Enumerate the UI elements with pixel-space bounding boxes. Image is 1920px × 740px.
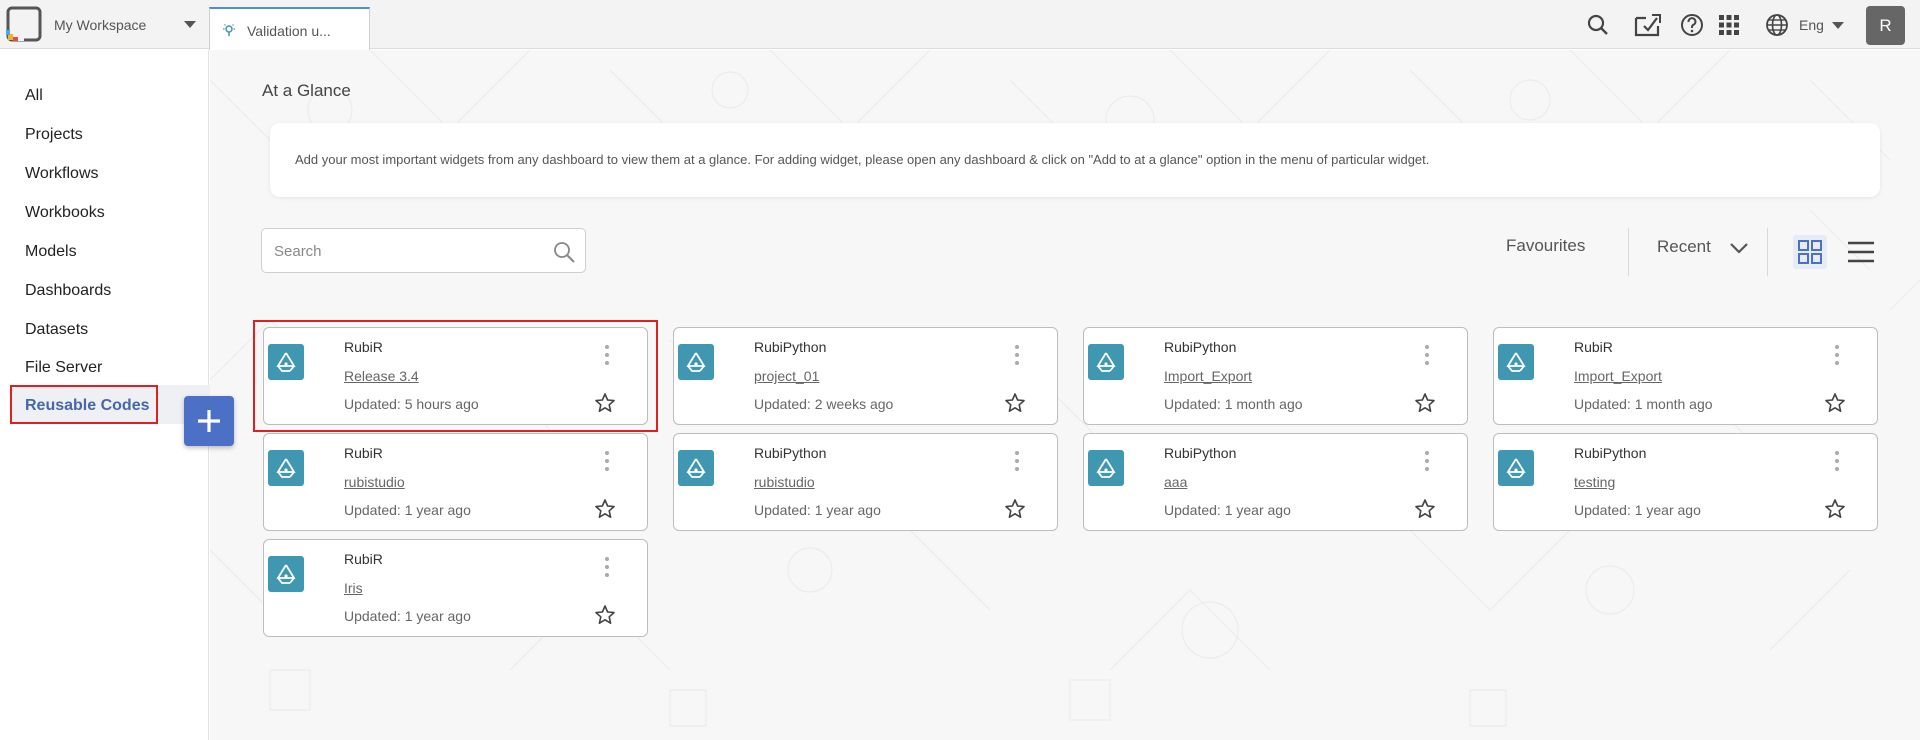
- reusable-code-icon: [268, 556, 304, 592]
- more-options-icon[interactable]: [1833, 450, 1841, 472]
- card-updated-time: Updated: 1 year ago: [344, 502, 471, 518]
- more-options-icon[interactable]: [1013, 344, 1021, 366]
- favourites-filter[interactable]: Favourites: [1506, 236, 1585, 256]
- search-icon[interactable]: [1585, 12, 1611, 38]
- code-card[interactable]: RubiPython Import_Export Updated: 1 month …: [1083, 327, 1468, 425]
- star-icon[interactable]: [1824, 498, 1846, 520]
- card-name-link[interactable]: Import_Export: [1164, 368, 1252, 384]
- divider: [1767, 228, 1768, 276]
- tab-label: Validation u...: [247, 23, 331, 39]
- card-name-link[interactable]: project_01: [754, 368, 819, 384]
- top-bar: My Workspace Validation u... Eng R: [0, 0, 1920, 50]
- card-type: RubiPython: [754, 339, 827, 355]
- sidebar-item-projects[interactable]: Projects: [25, 126, 83, 144]
- selection-highlight: [10, 385, 158, 424]
- grid-view-icon: [1798, 240, 1822, 264]
- card-type: RubiR: [1574, 339, 1613, 355]
- code-card[interactable]: RubiPython project_01 Updated: 2 weeks ago: [673, 327, 1058, 425]
- code-card[interactable]: RubiPython rubistudio Updated: 1 year ago: [673, 433, 1058, 531]
- more-options-icon[interactable]: [1833, 344, 1841, 366]
- more-options-icon[interactable]: [1423, 344, 1431, 366]
- help-icon[interactable]: [1679, 12, 1705, 38]
- card-updated-time: Updated: 1 year ago: [344, 608, 471, 624]
- reusable-code-icon: [268, 450, 304, 486]
- lightbulb-icon: [223, 24, 235, 36]
- sidebar-item-file-server[interactable]: File Server: [25, 359, 102, 377]
- star-icon[interactable]: [1414, 392, 1436, 414]
- star-icon[interactable]: [1824, 392, 1846, 414]
- reusable-code-icon: [1088, 450, 1124, 486]
- apps-grid-icon[interactable]: [1716, 12, 1742, 38]
- code-card[interactable]: RubiPython aaa Updated: 1 year ago: [1083, 433, 1468, 531]
- card-name-link[interactable]: testing: [1574, 474, 1615, 490]
- sidebar-item-dashboards[interactable]: Dashboards: [25, 282, 111, 300]
- more-options-icon[interactable]: [1013, 450, 1021, 472]
- add-button[interactable]: [184, 396, 234, 446]
- divider: [1628, 228, 1629, 276]
- star-icon[interactable]: [594, 498, 616, 520]
- card-type: RubiR: [344, 445, 383, 461]
- main-content: At a Glance Add your most important widg…: [210, 50, 1920, 740]
- card-updated-time: Updated: 1 year ago: [1574, 502, 1701, 518]
- reusable-code-icon: [678, 450, 714, 486]
- chevron-down-icon[interactable]: [1832, 22, 1844, 29]
- star-icon[interactable]: [1004, 392, 1026, 414]
- card-updated-time: Updated: 1 month ago: [1574, 396, 1713, 412]
- card-name-link[interactable]: Iris: [344, 580, 363, 596]
- code-card[interactable]: RubiR Iris Updated: 1 year ago: [263, 539, 648, 637]
- grid-view-button[interactable]: [1793, 235, 1827, 269]
- sidebar-item-workbooks[interactable]: Workbooks: [25, 204, 105, 222]
- reusable-code-icon: [1088, 344, 1124, 380]
- card-name-link[interactable]: Import_Export: [1574, 368, 1662, 384]
- card-type: RubiR: [344, 551, 383, 567]
- sidebar: All Projects Workflows Workbooks Models …: [0, 50, 210, 740]
- chevron-down-icon[interactable]: [1728, 240, 1750, 256]
- app-logo-icon[interactable]: [6, 6, 43, 43]
- glance-info-box: Add your most important widgets from any…: [270, 123, 1880, 197]
- card-type: RubiPython: [1574, 445, 1647, 461]
- reusable-code-icon: [1498, 450, 1534, 486]
- star-icon[interactable]: [1414, 498, 1436, 520]
- code-card[interactable]: RubiPython testing Updated: 1 year ago: [1493, 433, 1878, 531]
- workspace-selector[interactable]: My Workspace: [54, 17, 146, 33]
- globe-icon[interactable]: [1764, 12, 1790, 38]
- card-type: RubiPython: [754, 445, 827, 461]
- list-view-icon[interactable]: [1847, 239, 1875, 265]
- recent-sort[interactable]: Recent: [1657, 237, 1711, 257]
- sidebar-item-workflows[interactable]: Workflows: [25, 165, 99, 183]
- sidebar-item-datasets[interactable]: Datasets: [25, 321, 88, 339]
- selection-highlight: [253, 320, 658, 432]
- more-options-icon[interactable]: [603, 450, 611, 472]
- more-options-icon[interactable]: [1423, 450, 1431, 472]
- sidebar-item-all[interactable]: All: [25, 87, 43, 105]
- card-updated-time: Updated: 1 month ago: [1164, 396, 1303, 412]
- chevron-down-icon[interactable]: [184, 21, 196, 28]
- plus-icon: [198, 410, 220, 432]
- language-selector[interactable]: Eng: [1799, 17, 1824, 33]
- card-updated-time: Updated: 2 weeks ago: [754, 396, 894, 412]
- page-title: At a Glance: [262, 81, 351, 100]
- card-name-link[interactable]: aaa: [1164, 474, 1187, 490]
- code-card[interactable]: RubiR rubistudio Updated: 1 year ago: [263, 433, 648, 531]
- code-card[interactable]: RubiR Import_Export Updated: 1 month ago: [1493, 327, 1878, 425]
- search-input[interactable]: [274, 241, 544, 261]
- more-options-icon[interactable]: [603, 556, 611, 578]
- card-type: RubiPython: [1164, 339, 1237, 355]
- glance-message: Add your most important widgets from any…: [295, 152, 1430, 167]
- reusable-code-icon: [1498, 344, 1534, 380]
- download-icon[interactable]: [1632, 12, 1662, 38]
- card-updated-time: Updated: 1 year ago: [1164, 502, 1291, 518]
- search-icon[interactable]: [552, 240, 576, 264]
- search-box[interactable]: [261, 228, 586, 273]
- star-icon[interactable]: [1004, 498, 1026, 520]
- reusable-code-icon: [678, 344, 714, 380]
- card-name-link[interactable]: rubistudio: [344, 474, 405, 490]
- sidebar-item-models[interactable]: Models: [25, 243, 77, 261]
- tab-validation[interactable]: Validation u...: [209, 7, 370, 50]
- card-updated-time: Updated: 1 year ago: [754, 502, 881, 518]
- star-icon[interactable]: [594, 604, 616, 626]
- card-name-link[interactable]: rubistudio: [754, 474, 815, 490]
- card-type: RubiPython: [1164, 445, 1237, 461]
- avatar[interactable]: R: [1866, 6, 1905, 45]
